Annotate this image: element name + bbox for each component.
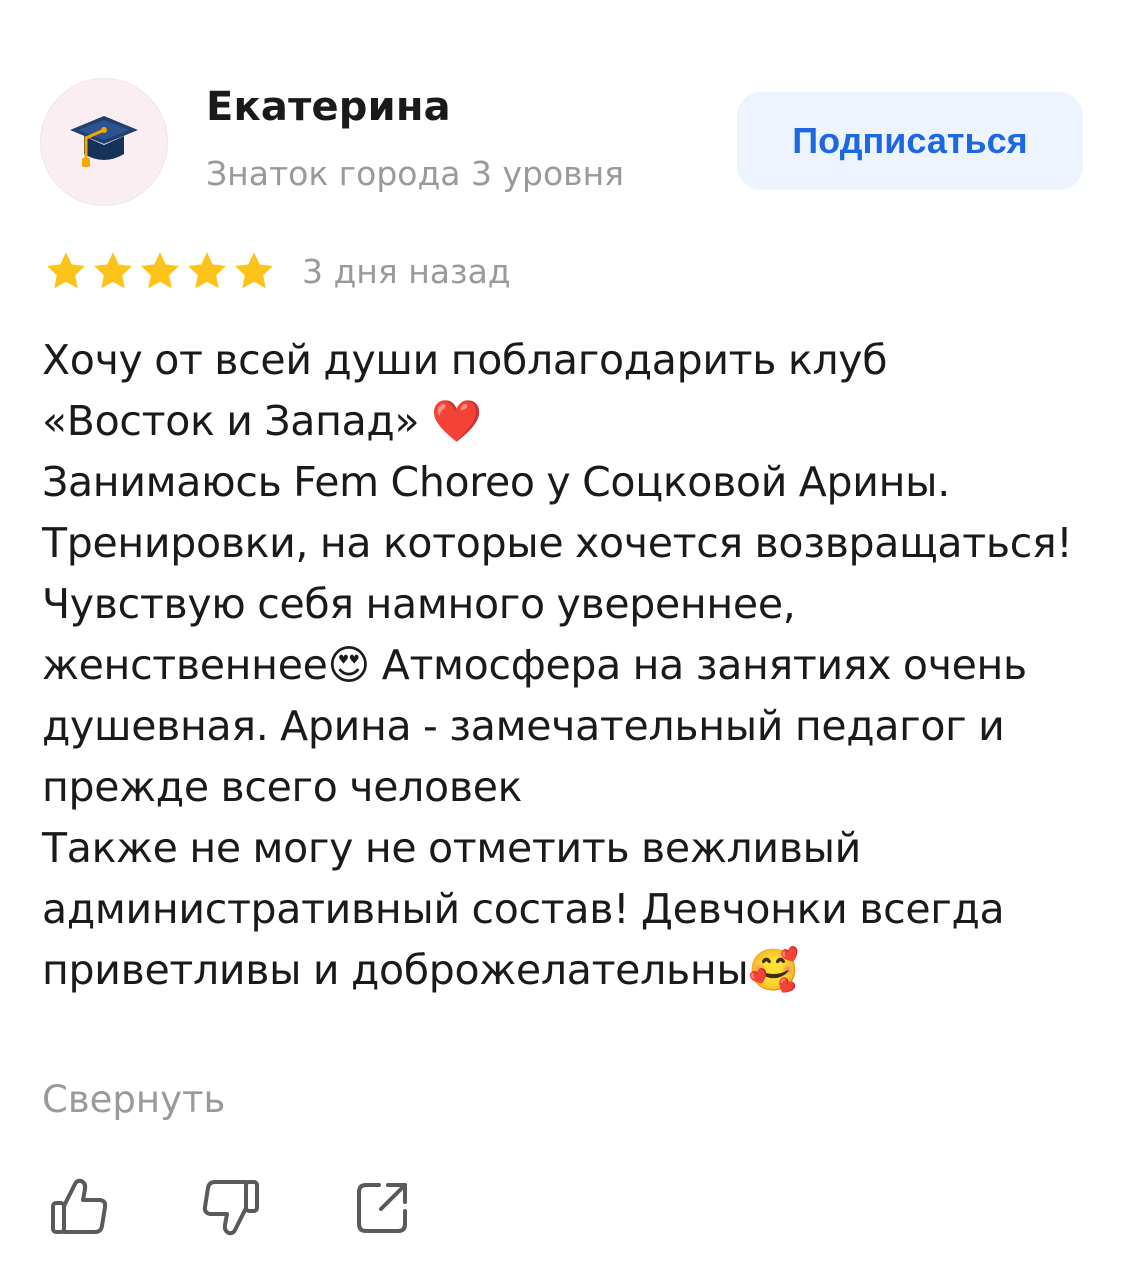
share-button[interactable]: [348, 1172, 418, 1242]
dislike-button[interactable]: [196, 1172, 266, 1242]
collapse-link[interactable]: Свернуть: [42, 1078, 225, 1121]
author-name[interactable]: Екатерина: [206, 84, 451, 130]
thumbs-down-icon: [202, 1180, 259, 1236]
review-actions: [44, 1172, 418, 1242]
author-level: Знаток города 3 уровня: [206, 154, 625, 193]
graduation-cap-icon: [70, 116, 138, 167]
star-icon: [94, 252, 132, 289]
star-icon: [188, 252, 226, 289]
star-icon: [235, 252, 273, 289]
star-icon: [47, 252, 85, 289]
star-icon: [141, 252, 179, 289]
subscribe-button[interactable]: Подписаться: [737, 92, 1083, 190]
rating-row: 3 дня назад: [44, 248, 511, 294]
review-text: Хочу от всей души поблагодарить клуб «Во…: [42, 336, 1073, 994]
share-icon: [357, 1183, 407, 1233]
avatar[interactable]: [40, 78, 168, 206]
review-date: 3 дня назад: [302, 251, 511, 291]
rating-stars: [44, 249, 276, 293]
like-button[interactable]: [44, 1172, 114, 1242]
thumbs-up-icon: [51, 1178, 108, 1234]
